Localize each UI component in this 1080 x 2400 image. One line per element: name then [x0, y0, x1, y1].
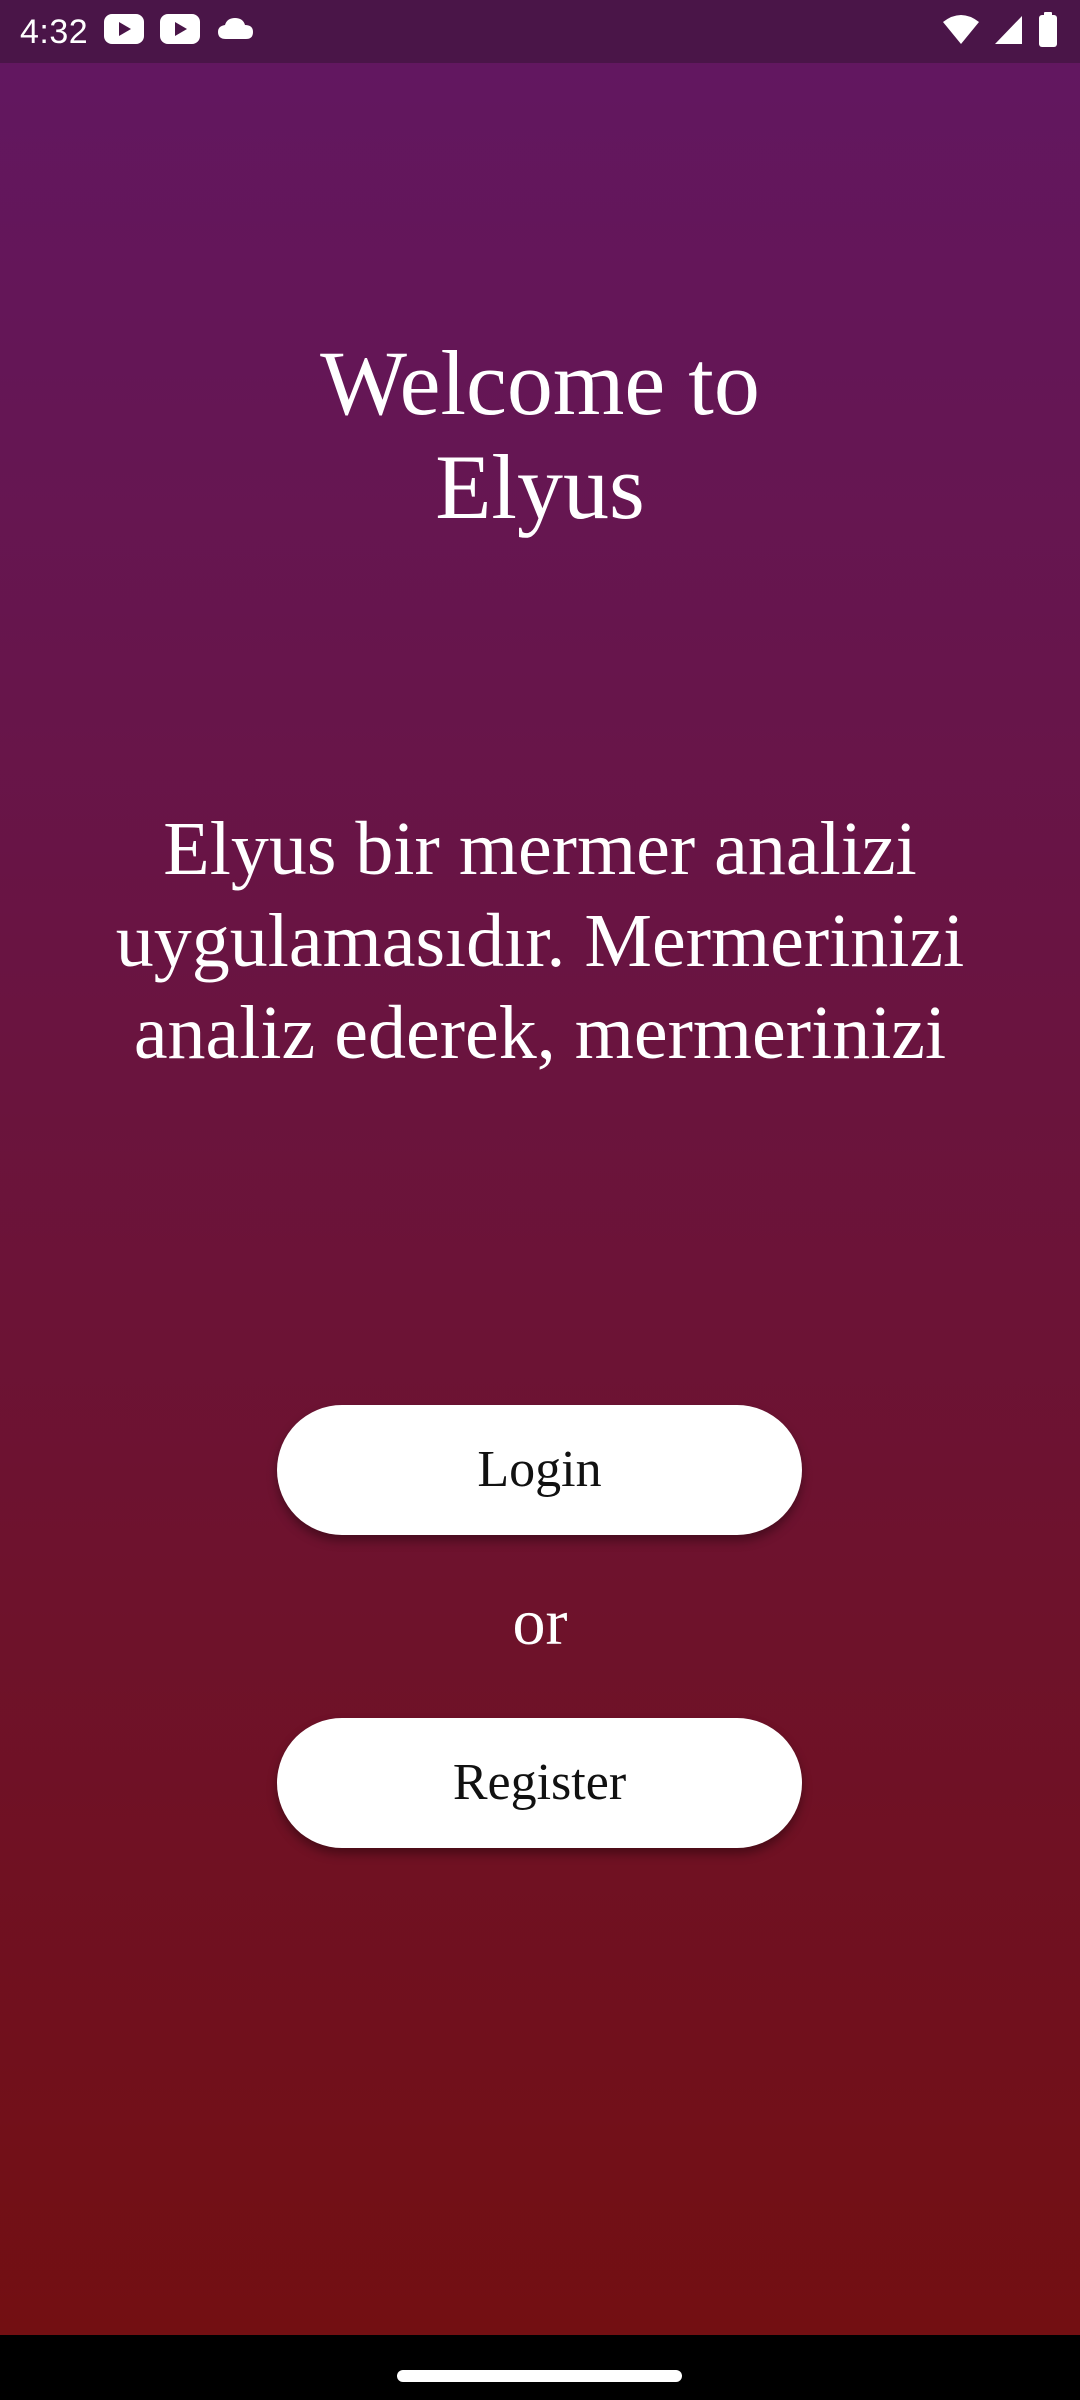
cellular-signal-icon [994, 14, 1024, 46]
welcome-screen: Welcome to Elyus Elyus bir mermer analiz… [0, 63, 1080, 2335]
welcome-title: Welcome to Elyus [0, 331, 1080, 539]
description-line2: uygulamasıdır. Mermerinizi [115, 899, 965, 983]
youtube-icon [160, 14, 200, 44]
app-description: Elyus bir mermer analizi uygulamasıdır. … [40, 803, 1040, 1079]
welcome-title-line1: Welcome to [320, 332, 760, 434]
or-separator: or [512, 1586, 568, 1659]
wifi-icon [942, 14, 980, 46]
system-icons [942, 12, 1058, 48]
welcome-title-line2: Elyus [435, 436, 645, 538]
status-time: 4:32 [20, 13, 89, 51]
youtube-icon [104, 14, 144, 44]
description-line1: Elyus bir mermer analizi [163, 807, 917, 891]
cloud-icon [216, 15, 256, 43]
login-button[interactable]: Login [277, 1405, 802, 1535]
navigation-bar [0, 2335, 1080, 2400]
status-bar: 4:32 [0, 0, 1080, 63]
notification-icons [104, 14, 256, 44]
home-gesture-handle[interactable] [397, 2370, 682, 2382]
register-button[interactable]: Register [277, 1718, 802, 1848]
battery-icon [1038, 12, 1058, 48]
description-line3: analiz ederek, mermerinizi [133, 991, 947, 1075]
